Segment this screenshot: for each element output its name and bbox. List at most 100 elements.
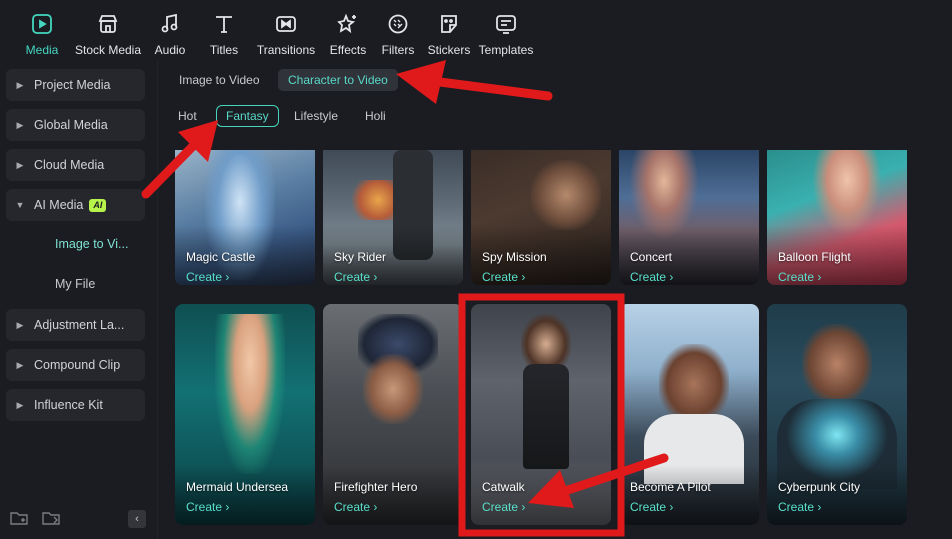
card-shade [471,465,611,525]
tab-stock-media-label: Stock Media [74,43,142,57]
tab-image-to-video[interactable]: Image to Video [169,69,270,91]
collapse-sidebar-button[interactable]: ‹ [128,510,146,528]
tab-transitions-label: Transitions [256,43,316,57]
create-link[interactable]: Create › [186,500,229,514]
caret-right-icon: ▶ [16,319,24,330]
create-link[interactable]: Create › [334,500,377,514]
card-thumbnail [531,160,601,230]
tab-media[interactable]: Media [20,0,64,60]
caret-right-icon: ▶ [16,79,24,90]
sidebar-item-cloud-media[interactable]: ▶ Cloud Media [6,149,145,181]
tab-templates[interactable]: Templates [478,0,534,60]
create-link[interactable]: Create › [630,500,673,514]
tab-stickers-label: Stickers [427,43,471,57]
tab-effects[interactable]: Effects [326,0,370,60]
sticker-icon [436,11,462,37]
sidebar-item-influence-kit[interactable]: ▶ Influence Kit [6,389,145,421]
caret-right-icon: ▶ [16,119,24,130]
create-link[interactable]: Create › [482,270,525,284]
tab-titles[interactable]: Titles [204,0,244,60]
effects-star-icon [335,11,361,37]
sidebar-item-project-media[interactable]: ▶ Project Media [6,69,145,101]
tab-character-to-video[interactable]: Character to Video [278,69,398,91]
card-thumbnail [363,354,423,424]
sidebar-item-label: Compound Clip [34,358,121,372]
sidebar-item-label: Adjustment La... [34,318,125,332]
music-note-icon [157,11,183,37]
card-thumbnail [812,150,882,235]
sidebar-footer [10,510,60,529]
transitions-icon [273,11,299,37]
card-shade [619,465,759,525]
import-folder-icon[interactable] [42,510,60,529]
filters-icon [385,11,411,37]
top-toolbar: Media Stock Media Audio Titles Transitio… [0,0,952,60]
template-card-mermaid-undersea[interactable]: Mermaid Undersea Create › [175,304,315,525]
template-card-catwalk[interactable]: Catwalk Create › [471,304,611,525]
card-shade [767,465,907,525]
template-card-cyberpunk-city[interactable]: Cyberpunk City Create › [767,304,907,525]
tab-filters[interactable]: Filters [378,0,418,60]
create-link[interactable]: Create › [186,270,229,284]
card-thumbnail [659,344,729,424]
template-card-become-a-pilot[interactable]: Become A Pilot Create › [619,304,759,525]
card-title: Magic Castle [186,250,256,264]
template-card-sky-rider[interactable]: Sky Rider Create › [323,150,463,285]
tab-titles-label: Titles [209,43,239,57]
sidebar-subitem-image-to-video[interactable]: Image to Vi... [55,237,128,251]
template-card-balloon-flight[interactable]: Balloon Flight Create › [767,150,907,285]
sidebar-item-ai-media[interactable]: ▼ AI Media AI [6,189,145,221]
new-folder-icon[interactable] [10,510,28,529]
caret-down-icon: ▼ [15,200,25,210]
main-panel: Image to Video Character to Video Hot Fa… [160,60,952,539]
media-icon [29,11,55,37]
template-card-concert[interactable]: Concert Create › [619,150,759,285]
tab-stickers[interactable]: Stickers [427,0,471,60]
filter-hot[interactable]: Hot [169,105,206,127]
card-title: Catwalk [482,480,525,494]
create-link[interactable]: Create › [334,270,377,284]
caret-right-icon: ▶ [16,399,24,410]
text-t-icon [211,11,237,37]
caret-right-icon: ▶ [16,159,24,170]
card-title: Firefighter Hero [334,480,418,494]
tab-filters-label: Filters [381,43,415,57]
card-thumbnail [215,314,285,474]
filter-fantasy[interactable]: Fantasy [216,105,279,127]
tab-media-label: Media [25,43,59,57]
card-title: Cyberpunk City [778,480,861,494]
sidebar: ▶ Project Media ▶ Global Media ▶ Cloud M… [0,60,158,539]
templates-icon [493,11,519,37]
caret-right-icon: ▶ [16,359,24,370]
sidebar-item-label: Project Media [34,78,111,92]
create-link[interactable]: Create › [778,270,821,284]
tab-audio[interactable]: Audio [150,0,190,60]
card-title: Mermaid Undersea [186,480,289,494]
tab-transitions[interactable]: Transitions [256,0,316,60]
filter-lifestyle[interactable]: Lifestyle [285,105,347,127]
sidebar-item-compound-clip[interactable]: ▶ Compound Clip [6,349,145,381]
create-link[interactable]: Create › [778,500,821,514]
card-shade [175,465,315,525]
card-title: Concert [630,250,673,264]
sidebar-item-label: Influence Kit [34,398,103,412]
tab-stock-media[interactable]: Stock Media [74,0,142,60]
ai-badge: AI [89,198,107,212]
card-title: Spy Mission [482,250,547,264]
sidebar-item-label: Cloud Media [34,158,105,172]
tab-audio-label: Audio [154,43,186,57]
create-link[interactable]: Create › [482,500,525,514]
template-card-firefighter-hero[interactable]: Firefighter Hero Create › [323,304,463,525]
card-thumbnail [802,324,872,404]
stock-media-icon [95,11,121,37]
sidebar-subitem-my-file[interactable]: My File [55,277,95,291]
template-card-spy-mission[interactable]: Spy Mission Create › [471,150,611,285]
filter-holi[interactable]: Holi [356,105,395,127]
sidebar-item-global-media[interactable]: ▶ Global Media [6,109,145,141]
sidebar-item-adjustment-layer[interactable]: ▶ Adjustment La... [6,309,145,341]
sidebar-item-label: AI Media [34,198,84,212]
create-link[interactable]: Create › [630,270,673,284]
card-thumbnail [523,364,569,469]
template-card-magic-castle[interactable]: Magic Castle Create › [175,150,315,285]
sidebar-item-label: Global Media [34,118,108,132]
